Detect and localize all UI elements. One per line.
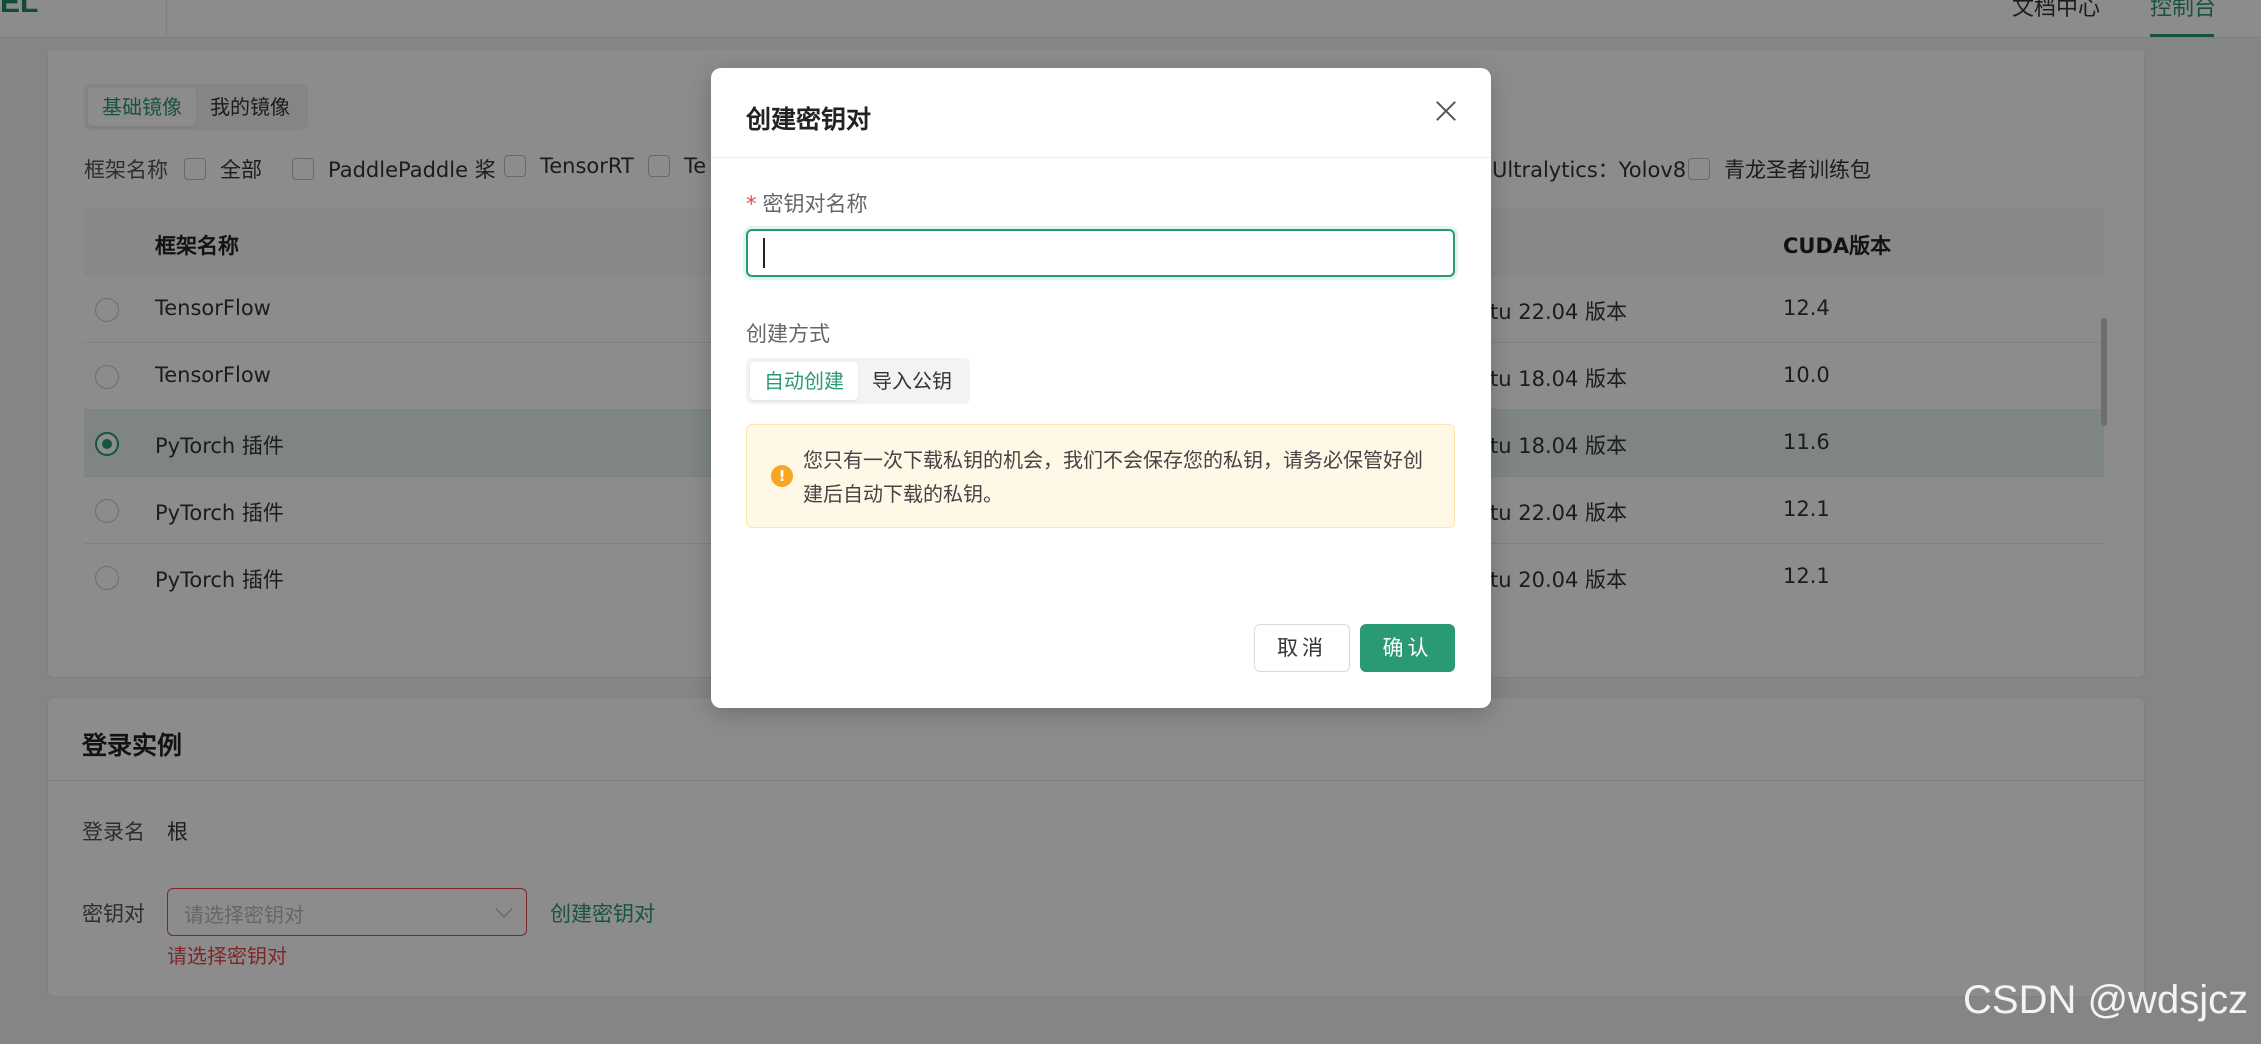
create-method-tabs: 自动创建 导入公钥 bbox=[746, 358, 970, 404]
dialog-title: 创建密钥对 bbox=[746, 105, 872, 134]
create-keypair-dialog: 创建密钥对 * 密钥对名称 创建方式 自动创建 导入公钥 ! 您只有一次下载私钥的… bbox=[711, 68, 1491, 708]
tab-auto-create[interactable]: 自动创建 bbox=[750, 362, 858, 400]
cancel-button[interactable]: 取消 bbox=[1254, 624, 1350, 672]
close-icon[interactable] bbox=[1431, 96, 1461, 126]
confirm-button[interactable]: 确认 bbox=[1360, 624, 1455, 672]
text-caret bbox=[763, 238, 765, 268]
keypair-name-label-text: 密钥对名称 bbox=[762, 192, 868, 216]
required-marker: * bbox=[746, 192, 757, 216]
keypair-name-input[interactable] bbox=[746, 229, 1455, 277]
warning-icon: ! bbox=[771, 465, 793, 487]
tab-import-public-key[interactable]: 导入公钥 bbox=[858, 362, 966, 400]
keypair-name-label: * 密钥对名称 bbox=[746, 188, 868, 218]
warning-alert: ! 您只有一次下载私钥的机会，我们不会保存您的私钥，请务必保管好创建后自动下载的… bbox=[746, 424, 1455, 528]
watermark: CSDN @wdsjcz bbox=[1963, 978, 2249, 1022]
create-method-label: 创建方式 bbox=[746, 322, 830, 346]
warning-alert-text: 您只有一次下载私钥的机会，我们不会保存您的私钥，请务必保管好创建后自动下载的私钥… bbox=[803, 448, 1423, 506]
dialog-header: 创建密钥对 bbox=[711, 68, 1491, 158]
